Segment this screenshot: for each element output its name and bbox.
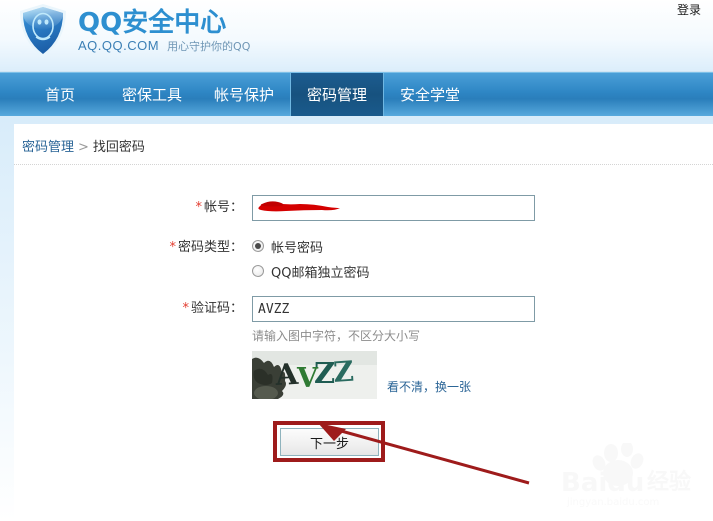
password-type-options: 帐号密码 QQ邮箱独立密码	[252, 235, 713, 282]
nav-item-security-school[interactable]: 安全学堂	[384, 73, 476, 116]
account-label-text: 帐号：	[203, 200, 243, 215]
captcha-input[interactable]	[252, 296, 535, 322]
required-mark-account: *	[195, 200, 202, 215]
brand-domain: AQ.QQ.COM	[78, 37, 160, 53]
login-link[interactable]: 登录	[677, 1, 701, 18]
required-mark-password-type: *	[169, 240, 176, 255]
radio-option-account-password[interactable]: 帐号密码	[252, 235, 713, 257]
svg-text:Z: Z	[332, 355, 355, 389]
site-header: QQ安全中心 AQ.QQ.COM 用心守护你的QQ 登录	[0, 0, 713, 72]
shield-qq-icon	[14, 0, 72, 66]
account-input-container	[252, 195, 535, 221]
nav-item-home[interactable]: 首页	[14, 73, 106, 116]
account-label: * 帐号：	[14, 195, 252, 221]
content-panel: 密码管理 > 找回密码 * 帐号： * 密码类型： 帐号密码 QQ邮箱独立密码 …	[14, 124, 713, 521]
main-navigation: 首页 密保工具 帐号保护 密码管理 安全学堂	[0, 72, 713, 116]
form-row-account: * 帐号：	[14, 195, 713, 221]
logo-block[interactable]: QQ安全中心 AQ.QQ.COM 用心守护你的QQ	[14, 0, 250, 66]
captcha-refresh-link[interactable]: 看不清，换一张	[387, 378, 471, 395]
svg-text:A: A	[274, 357, 300, 392]
recover-password-form: * 帐号： * 密码类型： 帐号密码 QQ邮箱独立密码 * 验证码： AVZZ …	[14, 165, 713, 485]
captcha-label: * 验证码：	[14, 296, 252, 322]
breadcrumb-separator: >	[78, 140, 89, 155]
password-type-label-text: 密码类型：	[177, 240, 243, 255]
form-row-captcha: *验证码： 请输入图中字符，不区分大小写	[14, 296, 713, 399]
nav-item-security-tools[interactable]: 密保工具	[106, 73, 198, 116]
radio-option-qqmail-password[interactable]: QQ邮箱独立密码	[252, 260, 713, 282]
brand-slogan: 用心守护你的QQ	[167, 39, 251, 53]
brand-text: QQ安全中心 AQ.QQ.COM 用心守护你的QQ	[78, 8, 250, 59]
account-field-wrap	[252, 195, 713, 221]
required-mark-captcha: *	[182, 301, 189, 316]
nav-item-account-protection[interactable]: 帐号保护	[198, 73, 290, 116]
radio-label-qqmail-password: QQ邮箱独立密码	[271, 265, 370, 281]
password-type-label: * 密码类型：	[14, 235, 252, 261]
form-row-password-type: * 密码类型： 帐号密码 QQ邮箱独立密码	[14, 235, 713, 282]
submit-row: 下一步	[14, 421, 713, 485]
captcha-field-wrap: 请输入图中字符，不区分大小写 A V Z	[252, 296, 713, 399]
brand-subtitle-row: AQ.QQ.COM 用心守护你的QQ	[78, 38, 250, 55]
breadcrumb: 密码管理 > 找回密码	[14, 124, 713, 165]
breadcrumb-parent[interactable]: 密码管理	[22, 140, 74, 155]
captcha-label-text: 验证码：	[190, 301, 243, 316]
account-input[interactable]	[252, 195, 535, 221]
captcha-hint: 请输入图中字符，不区分大小写	[252, 329, 421, 343]
brand-title: QQ安全中心	[78, 7, 227, 38]
captcha-image-row: A V Z Z 看不清，换一张	[252, 351, 713, 399]
next-step-button[interactable]: 下一步	[280, 428, 379, 456]
nav-item-password-management[interactable]: 密码管理	[290, 73, 385, 116]
captcha-image[interactable]: A V Z Z	[252, 351, 377, 399]
page-body: 密码管理 > 找回密码 * 帐号： * 密码类型： 帐号密码 QQ邮箱独立密码 …	[0, 116, 713, 521]
radio-icon-account-password[interactable]	[252, 240, 264, 252]
breadcrumb-current: 找回密码	[92, 140, 145, 155]
radio-icon-qqmail-password[interactable]	[252, 265, 264, 277]
radio-label-account-password: 帐号密码	[271, 240, 324, 256]
